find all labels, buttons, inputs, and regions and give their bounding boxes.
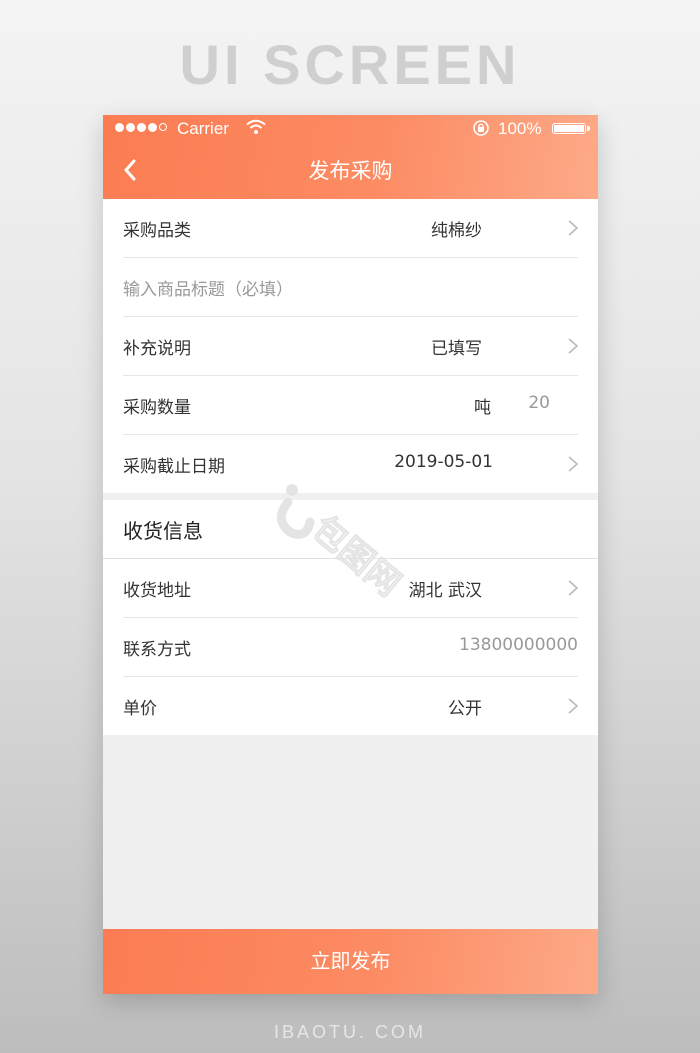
price-label: 单价 [123,699,157,719]
address-row[interactable]: 收货地址 湖北 武汉 [123,559,578,618]
banner-title: UI SCREEN [179,33,521,96]
quantity-unit: 吨 [474,398,491,418]
battery-percentage: 100% [498,119,542,138]
contact-input[interactable]: 13800000000 [459,635,578,655]
category-value: 纯棉纱 [431,221,482,241]
chevron-right-icon [568,456,578,472]
quantity-row[interactable]: 采购数量 吨 20 [123,376,578,435]
carrier-label: Carrier [177,119,229,138]
deadline-row[interactable]: 采购截止日期 2019-05-01 [123,435,578,493]
address-label: 收货地址 [123,581,191,601]
quantity-input[interactable]: 20 [528,393,550,413]
page-title: 发布采购 [308,159,393,183]
publish-button[interactable]: 立即发布 [103,929,598,994]
site-footer: IBAOTU. COM [273,1022,426,1042]
wifi-icon [246,119,266,134]
delivery-section: 收货信息 收货地址 湖北 武汉 联系方式 13800000000 单价 公开 [103,500,598,735]
battery-icon [552,123,590,134]
rotation-lock-icon [473,120,489,136]
quantity-label: 采购数量 [123,398,191,418]
signal-strength-icon [115,123,167,132]
delivery-heading: 收货信息 [103,500,598,559]
chevron-right-icon [568,338,578,354]
chevron-right-icon [568,220,578,236]
title-input-row[interactable]: 输入商品标题（必填） [123,258,578,317]
delivery-heading-text: 收货信息 [123,519,203,543]
deadline-label: 采购截止日期 [123,457,225,477]
supplement-row[interactable]: 补充说明 已填写 [123,317,578,376]
purchase-form: 采购品类 纯棉纱 输入商品标题（必填） 补充说明 已填写 采购数量 吨 20 采… [103,199,598,493]
chevron-right-icon [568,698,578,714]
supplement-label: 补充说明 [123,339,191,359]
header-bar: Carrier 100% 发布采购 [103,115,598,199]
contact-row[interactable]: 联系方式 13800000000 [123,618,578,677]
category-row[interactable]: 采购品类 纯棉纱 [123,199,578,258]
price-row[interactable]: 单价 公开 [123,677,578,735]
chevron-right-icon [568,580,578,596]
title-input[interactable]: 输入商品标题（必填） [123,275,293,300]
supplement-value: 已填写 [431,339,482,359]
price-value: 公开 [448,699,482,719]
phone-screen: Carrier 100% 发布采购 采购品类 纯棉纱 输入商品标题（必填） 补充… [103,115,598,994]
deadline-value: 2019-05-01 [394,452,493,472]
category-label: 采购品类 [123,221,191,241]
status-bar: Carrier 100% [103,115,598,143]
address-value: 湖北 武汉 [408,581,482,601]
contact-label: 联系方式 [123,640,191,660]
